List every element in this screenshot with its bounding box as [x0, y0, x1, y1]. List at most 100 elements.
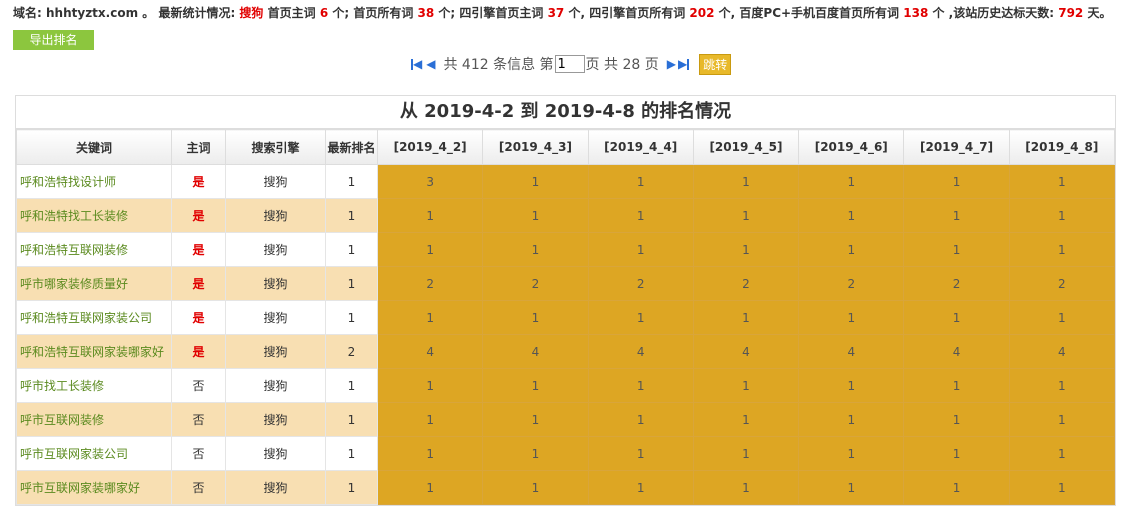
daily-rank-cell: 2: [692, 266, 800, 301]
keyword-link[interactable]: 呼和浩特互联网装修: [16, 232, 172, 267]
summary-text: 首页主词: [267, 6, 320, 20]
daily-rank-cell: 1: [1008, 402, 1116, 437]
header-date[interactable]: [2019_4_2]: [376, 129, 484, 165]
header-date[interactable]: [2019_4_5]: [692, 129, 800, 165]
keyword-link[interactable]: 呼和浩特找工长装修: [16, 198, 172, 233]
latest-rank-cell: 1: [325, 368, 378, 403]
daily-rank-cell: 1: [692, 368, 800, 403]
main-word-flag: 否: [171, 436, 226, 471]
keyword-link[interactable]: 呼市哪家装修质量好: [16, 266, 172, 301]
search-engine-cell: 搜狗: [225, 232, 326, 267]
daily-rank-cell: 1: [692, 198, 800, 233]
table-row: 呼和浩特找工长装修是搜狗 1 1 1 1 1 1 1 1: [16, 198, 1116, 233]
daily-rank-cell: 1: [903, 402, 1010, 437]
header-main-word[interactable]: 主词: [171, 129, 226, 165]
daily-rank-cell: 1: [903, 436, 1010, 471]
keyword-link[interactable]: 呼市互联网装修: [16, 402, 172, 437]
daily-rank-cell: 1: [587, 232, 694, 267]
daily-rank-cell: 1: [798, 470, 905, 505]
daily-rank-cell: 1: [903, 300, 1010, 335]
daily-rank-cell: 1: [1008, 436, 1116, 471]
daily-rank-cell: 1: [798, 402, 905, 437]
daily-rank-cell: 2: [482, 266, 589, 301]
summary-text: 个, 四引擎首页所有词: [568, 6, 686, 20]
daily-rank-cell: 1: [692, 470, 800, 505]
daily-rank-cell: 2: [903, 266, 1010, 301]
main-word-flag: 是: [171, 300, 226, 335]
total-records: 共 412 条信息 第: [443, 57, 554, 73]
daily-rank-cell: 4: [903, 334, 1010, 369]
search-engine-cell: 搜狗: [225, 368, 326, 403]
keyword-link[interactable]: 呼和浩特互联网家装哪家好: [16, 334, 172, 369]
search-engine-cell: 搜狗: [225, 470, 326, 505]
daily-rank-cell: 1: [1008, 470, 1116, 505]
latest-rank-cell: 2: [325, 334, 378, 369]
daily-rank-cell: 4: [482, 334, 589, 369]
summary-text: 。 最新统计情况:: [142, 6, 240, 20]
first-page-icon[interactable]: ◀: [411, 57, 422, 71]
latest-rank-cell: 1: [325, 300, 378, 335]
keyword-link[interactable]: 呼市互联网家装哪家好: [16, 470, 172, 505]
summary-text: 天。: [1087, 6, 1112, 20]
keyword-link[interactable]: 呼市互联网家装公司: [16, 436, 172, 471]
daily-rank-cell: 1: [376, 368, 484, 403]
main-word-flag: 否: [171, 402, 226, 437]
header-date[interactable]: [2019_4_3]: [482, 129, 589, 165]
daily-rank-cell: 1: [376, 300, 484, 335]
daily-rank-cell: 1: [482, 300, 589, 335]
header-date[interactable]: [2019_4_7]: [903, 129, 1010, 165]
table-row: 呼市互联网家装哪家好否搜狗 1 1 1 1 1 1 1 1: [16, 470, 1116, 505]
search-engine-cell: 搜狗: [225, 266, 326, 301]
daily-rank-cell: 1: [1008, 232, 1116, 267]
header-date[interactable]: [2019_4_4]: [587, 129, 694, 165]
keyword-link[interactable]: 呼和浩特互联网家装公司: [16, 300, 172, 335]
search-engine-cell: 搜狗: [225, 164, 326, 199]
daily-rank-cell: 1: [482, 368, 589, 403]
latest-rank-cell: 1: [325, 470, 378, 505]
four-engine-all-count: 202: [689, 6, 715, 20]
table-row: 呼市互联网家装公司否搜狗 1 1 1 1 1 1 1 1: [16, 436, 1116, 471]
export-ranking-button[interactable]: 导出排名: [13, 30, 94, 50]
header-keyword[interactable]: 关键词: [16, 129, 172, 165]
daily-rank-cell: 1: [376, 232, 484, 267]
daily-rank-cell: 1: [903, 164, 1010, 199]
header-date[interactable]: [2019_4_6]: [798, 129, 905, 165]
home-all-count: 38: [417, 6, 435, 20]
keyword-link[interactable]: 呼市找工长装修: [16, 368, 172, 403]
search-engine-cell: 搜狗: [225, 300, 326, 335]
table-title: 从 2019-4-2 到 2019-4-8 的排名情况: [16, 96, 1115, 129]
main-word-flag: 是: [171, 164, 226, 199]
main-word-flag: 否: [171, 368, 226, 403]
prev-page-icon[interactable]: ◀: [426, 57, 435, 71]
daily-rank-cell: 1: [587, 164, 694, 199]
daily-rank-cell: 1: [587, 402, 694, 437]
last-page-icon[interactable]: ▶: [678, 57, 690, 71]
daily-rank-cell: 1: [798, 164, 905, 199]
summary-text: 个; 首页所有词: [332, 6, 418, 20]
header-search-engine[interactable]: 搜索引擎: [225, 129, 326, 165]
summary-text: 个, 百度PC+手机百度首页所有词: [718, 6, 900, 20]
jump-button[interactable]: 跳转: [699, 53, 732, 75]
table-row: 呼和浩特互联网家装哪家好是搜狗 2 4 4 4 4 4 4 4: [16, 334, 1116, 369]
stats-summary: 域名: hhhtyztx.com 。 最新统计情况: 搜狗 首页主词 6 个; …: [13, 5, 1113, 21]
next-page-icon[interactable]: ▶: [667, 57, 676, 71]
daily-rank-cell: 1: [798, 198, 905, 233]
main-word-flag: 是: [171, 232, 226, 267]
daily-rank-cell: 1: [692, 164, 800, 199]
daily-rank-cell: 1: [903, 470, 1010, 505]
latest-rank-cell: 1: [325, 266, 378, 301]
table-row: 呼和浩特互联网家装公司是搜狗 1 1 1 1 1 1 1 1: [16, 300, 1116, 335]
keyword-link[interactable]: 呼和浩特找设计师: [16, 164, 172, 199]
daily-rank-cell: 1: [692, 232, 800, 267]
search-engine-cell: 搜狗: [225, 334, 326, 369]
daily-rank-cell: 1: [1008, 300, 1116, 335]
header-date[interactable]: [2019_4_8]: [1008, 129, 1116, 165]
page-number-input[interactable]: [554, 55, 585, 73]
ranking-table: 关键词 主词 搜索引擎 最新排名 [2019_4_2] [2019_4_3] […: [16, 129, 1116, 505]
header-latest-rank[interactable]: 最新排名: [325, 129, 378, 165]
search-engine-cell: 搜狗: [225, 402, 326, 437]
search-engine-cell: 搜狗: [225, 198, 326, 233]
daily-rank-cell: 4: [692, 334, 800, 369]
daily-rank-cell: 4: [1008, 334, 1116, 369]
ranking-table-panel: 从 2019-4-2 到 2019-4-8 的排名情况 关键词 主词 搜索引擎 …: [15, 95, 1116, 506]
